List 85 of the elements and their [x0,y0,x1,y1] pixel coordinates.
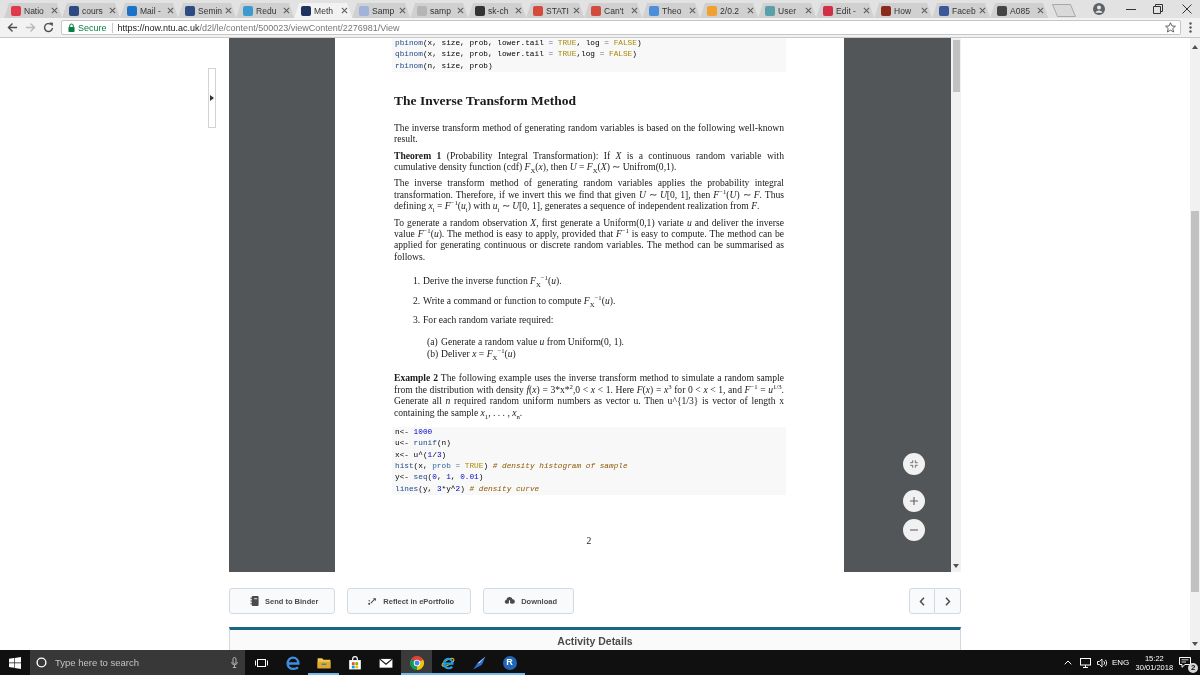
browser-tab[interactable]: User [758,3,817,18]
close-icon[interactable] [341,7,349,14]
browser-tab[interactable]: cours [62,3,120,18]
search-bar[interactable]: Type here to search [30,650,245,675]
minus-icon [910,529,918,531]
connector-icon [368,596,378,606]
lock-icon [68,23,75,32]
plus-icon [910,497,918,505]
menu-icon[interactable] [1189,22,1192,33]
browser-tab[interactable]: How [874,3,933,18]
notification-button[interactable]: 2 [1178,650,1199,675]
caret-icon [210,95,214,101]
fit-page-button[interactable] [903,453,925,475]
paragraph: The inverse transform method of generating random variables is based on the following well-known result. [394,121,784,145]
speech-bubble-icon [1179,657,1192,668]
scrollbar[interactable] [951,38,961,572]
chevron-left-icon [919,596,925,606]
paragraph: Example 2 The following example uses the inverse transform method to simulate a random sample from the distribution with density f(x) = 3*x*$^{2}$,0 < x < 1. Here F(x) = x$^{3}$ for 0 < x < 1, and F$^{−1}$ = u$^{1/3}$. Generate all n required random uniform numbers as vector u. Then u^{1/3} is vector of length x containing the sample x$_{1}$, . . . , x$_{n}$. [394,372,784,419]
quill-icon [471,655,486,670]
list-item: 2. Write a command or function to compute F$_{X}$$^{−1}$(u). [413,294,617,307]
browser-tab[interactable]: 2/0.2 [700,3,759,18]
shopping-bag-icon [347,655,362,670]
cloud-download-icon [504,596,516,606]
reload-icon[interactable] [42,22,54,33]
speaker-icon[interactable] [1097,657,1108,668]
browser-tab[interactable]: STATI [526,3,585,18]
list-item: 1. Derive the inverse function F$_{X}$$^{−1}$(u). [413,275,563,287]
previous-button[interactable] [909,588,935,614]
url-host: https://now.ntu.ac.uk [117,22,200,33]
paragraph: To generate a random observation X, first generate a Uniform(0,1) variate u and deliver the inverse value F$^{−1}$(u). The method is easy to apply, provided that F$^{−1}$ is easy to compute. The method can be applied for generating continuous or discrete random variables. The method can be summarised as follows. [394,216,784,263]
panel-title: Activity Details [557,635,633,647]
chevron-up-icon[interactable] [1064,660,1072,665]
list-item: (a) Generate a random value u from Uniform(0, 1). [427,336,626,348]
side-panel-handle[interactable] [208,68,216,128]
segmented-circle-icon [409,655,424,670]
caret-down-icon[interactable] [1192,642,1198,646]
e-ring-logo-icon [440,655,455,670]
browser-tab[interactable]: Semin [178,3,237,18]
list-item: (b) Deliver x = F$_{X}$$^{−1}$(u) [427,347,517,360]
star-icon[interactable] [1165,22,1176,33]
back-arrow-icon[interactable] [6,22,18,33]
browser-tab[interactable]: Meth [294,3,353,18]
scrollbar-thumb[interactable] [1191,211,1199,592]
caret-up-icon[interactable] [1192,45,1198,49]
collapse-icon [910,460,918,468]
zoom-in-button[interactable] [903,490,925,512]
section-heading: The Inverse Transform Method [394,92,578,109]
chevron-right-icon [944,596,951,606]
scrollbar[interactable] [1190,38,1200,650]
taskbar-button[interactable] [401,650,432,675]
language-indicator[interactable]: ENG [1112,658,1130,667]
scrollbar-thumb[interactable] [952,40,960,92]
next-button[interactable] [935,588,961,614]
network-icon[interactable] [1080,657,1091,668]
caret-down-icon[interactable] [953,564,959,568]
address-field[interactable]: Secure https://now.ntu.ac.uk/d2l/le/content/500023/viewContent/2276981/View [61,20,1181,35]
browser-tab[interactable]: Samp [352,3,411,18]
search-field[interactable]: Type here to search [55,655,223,670]
browser-tab[interactable]: Faceb [932,3,991,18]
taskbar-button[interactable]: R [494,650,525,675]
paragraph: Theorem 1 (Probability Integral Transformation): If X is a continuous random variable with cumulative density function (cdf) F$_{X}$(x), then U = F$_{X}$(X) ∼ Unifrom(0,1). [394,149,784,173]
list-item: 3. For each random variate required: [413,314,555,326]
browser-tab[interactable]: sk-ch [468,3,527,18]
e-logo-icon [285,655,300,670]
microphone-icon[interactable] [231,657,238,668]
browser-tab[interactable]: A085 [990,3,1049,18]
browser-tab[interactable]: Natio [4,3,62,18]
window-panes-icon[interactable] [9,656,21,669]
folder-icon [316,655,331,670]
security-label: Secure [78,22,107,33]
browser-tab[interactable]: Mail - [120,3,178,18]
browser-tab[interactable]: Theo [642,3,701,18]
browser-tab[interactable]: Can't [584,3,643,18]
browser-tab[interactable]: Edit - [816,3,875,18]
zoom-out-button[interactable] [903,519,925,541]
restore-icon[interactable] [1153,4,1163,14]
binder-icon [250,596,259,606]
paragraph: The inverse transform method of generating random variables applies the probability integral transformation. Therefore, if we invert this we find that given U ∼ U[0, 1], then F$^{−1}$(U) ∼ F. Thus defining x$_{i}$ = F$^{−1}$(u$_{i}$) with u$_{i}$ ∼ U[0, 1], generates a sequence of independent realization from F. [394,177,784,212]
close-icon[interactable] [1182,4,1192,14]
account-icon[interactable] [1093,3,1105,15]
ring-icon [36,657,47,668]
browser-tab[interactable]: samp [410,3,469,18]
page-number: 2 [586,535,592,547]
browser-tab[interactable]: Redu [236,3,295,18]
task-view-icon[interactable] [254,657,268,668]
